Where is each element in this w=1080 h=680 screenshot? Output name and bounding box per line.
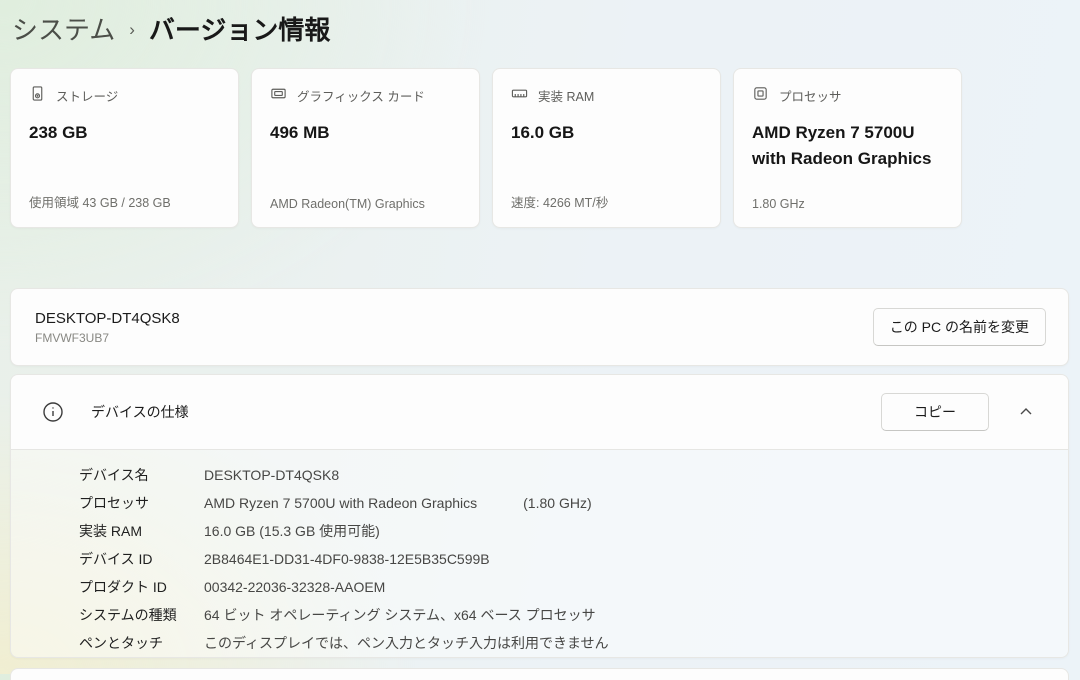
chevron-up-icon — [1019, 405, 1033, 419]
info-icon — [41, 400, 65, 424]
ram-icon — [511, 85, 528, 105]
spec-row-ram: 実装 RAM 16.0 GB (15.3 GB 使用可能) — [79, 517, 1068, 545]
spec-value: 2B8464E1-DD31-4DF0-9838-12E5B35C599B — [204, 551, 490, 567]
spec-row-device-name: デバイス名 DESKTOP-DT4QSK8 — [79, 461, 1068, 489]
spec-label: システムの種類 — [79, 605, 204, 625]
spec-label: ペンとタッチ — [79, 633, 204, 653]
spec-row-processor: プロセッサ AMD Ryzen 7 5700U with Radeon Grap… — [79, 489, 1068, 517]
spec-value: 16.0 GB (15.3 GB 使用可能) — [204, 521, 380, 541]
page-title: バージョン情報 — [149, 10, 330, 47]
processor-card-label: プロセッサ — [779, 86, 842, 105]
ram-card: 実装 RAM 16.0 GB 速度: 4266 MT/秒 — [492, 68, 721, 228]
device-specs-header[interactable]: デバイスの仕様 コピー — [11, 375, 1068, 450]
summary-cards: ストレージ 238 GB 使用領域 43 GB / 238 GB グラフィックス… — [10, 68, 962, 228]
graphics-card: グラフィックス カード 496 MB AMD Radeon(TM) Graphi… — [251, 68, 480, 228]
device-name-card: DESKTOP-DT4QSK8 FMVWF3UB7 この PC の名前を変更 — [10, 288, 1069, 366]
cpu-icon — [752, 85, 769, 105]
processor-card: プロセッサ AMD Ryzen 7 5700U with Radeon Grap… — [733, 68, 962, 228]
device-name: DESKTOP-DT4QSK8 — [35, 310, 180, 327]
next-section-card[interactable] — [10, 668, 1069, 680]
storage-card-label: ストレージ — [56, 86, 118, 105]
spec-value: AMD Ryzen 7 5700U with Radeon Graphics — [204, 495, 477, 511]
device-specs-body: デバイス名 DESKTOP-DT4QSK8 プロセッサ AMD Ryzen 7 … — [11, 450, 1068, 658]
spec-value: 64 ビット オペレーティング システム、x64 ベース プロセッサ — [204, 605, 596, 625]
graphics-card-label: グラフィックス カード — [297, 86, 425, 105]
spec-label: 実装 RAM — [79, 521, 204, 541]
device-specs-card: デバイスの仕様 コピー デバイス名 DESKTOP-DT4QSK8 プロセッサ … — [10, 374, 1069, 658]
spec-label: デバイス ID — [79, 549, 204, 569]
processor-card-value: AMD Ryzen 7 5700U with Radeon Graphics — [752, 120, 943, 173]
spec-row-pen-touch: ペンとタッチ このディスプレイでは、ペン入力とタッチ入力は利用できません — [79, 629, 1068, 657]
spec-label: デバイス名 — [79, 465, 204, 485]
breadcrumb: システム › バージョン情報 — [12, 10, 330, 47]
spec-value: DESKTOP-DT4QSK8 — [204, 467, 339, 483]
graphics-card-footer: AMD Radeon(TM) Graphics — [270, 197, 425, 211]
spec-value: 00342-22036-32328-AAOEM — [204, 579, 385, 595]
graphics-card-value: 496 MB — [270, 120, 461, 146]
storage-card-value: 238 GB — [29, 120, 220, 146]
spec-row-system-type: システムの種類 64 ビット オペレーティング システム、x64 ベース プロセ… — [79, 601, 1068, 629]
storage-card: ストレージ 238 GB 使用領域 43 GB / 238 GB — [10, 68, 239, 228]
spec-value: このディスプレイでは、ペン入力とタッチ入力は利用できません — [204, 633, 609, 653]
spec-label: プロセッサ — [79, 493, 204, 513]
breadcrumb-system-link[interactable]: システム — [12, 10, 115, 47]
ram-card-footer: 速度: 4266 MT/秒 — [511, 192, 608, 211]
storage-card-footer: 使用領域 43 GB / 238 GB — [29, 192, 171, 211]
gpu-icon — [270, 85, 287, 105]
breadcrumb-chevron-icon: › — [129, 17, 135, 40]
spec-row-device-id: デバイス ID 2B8464E1-DD31-4DF0-9838-12E5B35C… — [79, 545, 1068, 573]
processor-card-footer: 1.80 GHz — [752, 197, 805, 211]
copy-button[interactable]: コピー — [881, 393, 989, 431]
spec-row-product-id: プロダクト ID 00342-22036-32328-AAOEM — [79, 573, 1068, 601]
spec-label: プロダクト ID — [79, 577, 204, 597]
collapse-button[interactable] — [1009, 395, 1043, 429]
rename-pc-button[interactable]: この PC の名前を変更 — [873, 308, 1046, 346]
storage-icon — [29, 85, 46, 105]
device-specs-title: デバイスの仕様 — [91, 402, 881, 422]
spec-value-extra: (1.80 GHz) — [523, 495, 591, 511]
ram-card-label: 実装 RAM — [538, 86, 594, 105]
ram-card-value: 16.0 GB — [511, 120, 702, 146]
device-model: FMVWF3UB7 — [35, 331, 180, 345]
